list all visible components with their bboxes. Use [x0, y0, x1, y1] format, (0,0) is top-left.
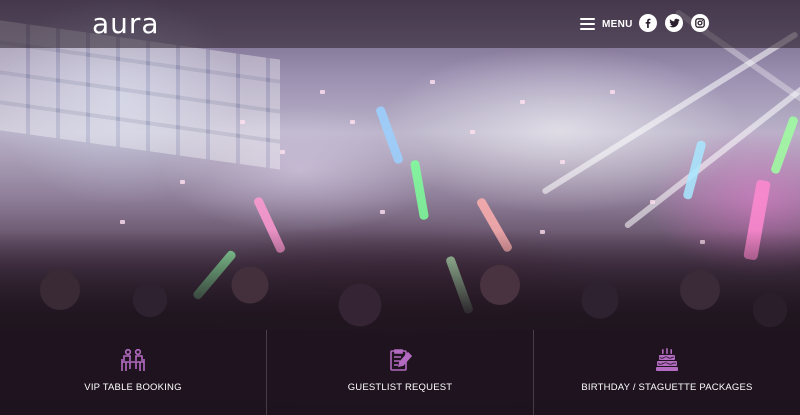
- glow-stick: [770, 115, 799, 175]
- service-vip-table-booking[interactable]: VIP TABLE BOOKING: [0, 330, 266, 415]
- confetti: [350, 120, 355, 124]
- twitter-link[interactable]: [665, 14, 683, 32]
- confetti: [180, 180, 185, 184]
- menu-button[interactable]: MENU: [580, 14, 633, 34]
- light-beam: [623, 76, 800, 230]
- confetti: [560, 160, 565, 164]
- service-birthday-staguette-packages[interactable]: BIRTHDAY / STAGUETTE PACKAGES: [533, 330, 800, 415]
- aura-logo[interactable]: aura: [92, 8, 160, 40]
- site-header: aura MENU: [0, 0, 800, 48]
- glow-stick: [375, 105, 404, 165]
- vip-table-icon: [121, 348, 145, 371]
- confetti: [120, 220, 125, 224]
- confetti: [280, 150, 285, 154]
- instagram-link[interactable]: [691, 14, 709, 32]
- hamburger-icon: [580, 18, 595, 30]
- light-beam: [541, 30, 799, 196]
- confetti: [430, 80, 435, 84]
- service-label: GUESTLIST REQUEST: [347, 382, 453, 393]
- services-bar: VIP TABLE BOOKING GUESTLIST REQUEST BIRT…: [0, 330, 800, 415]
- service-label: BIRTHDAY / STAGUETTE PACKAGES: [581, 382, 753, 393]
- facebook-icon: [645, 18, 651, 28]
- confetti: [470, 130, 475, 134]
- birthday-cake-icon: [656, 348, 678, 371]
- service-guestlist-request[interactable]: GUESTLIST REQUEST: [266, 330, 533, 415]
- confetti: [240, 120, 245, 124]
- confetti: [610, 90, 615, 94]
- confetti: [520, 100, 525, 104]
- instagram-icon: [695, 18, 705, 28]
- confetti: [320, 90, 325, 94]
- guestlist-icon: [390, 349, 413, 371]
- confetti: [650, 200, 655, 204]
- facebook-link[interactable]: [639, 14, 657, 32]
- service-label: VIP TABLE BOOKING: [84, 382, 182, 393]
- menu-label: MENU: [602, 18, 633, 30]
- twitter-icon: [668, 18, 679, 28]
- confetti: [380, 210, 385, 214]
- glow-stick: [409, 159, 430, 221]
